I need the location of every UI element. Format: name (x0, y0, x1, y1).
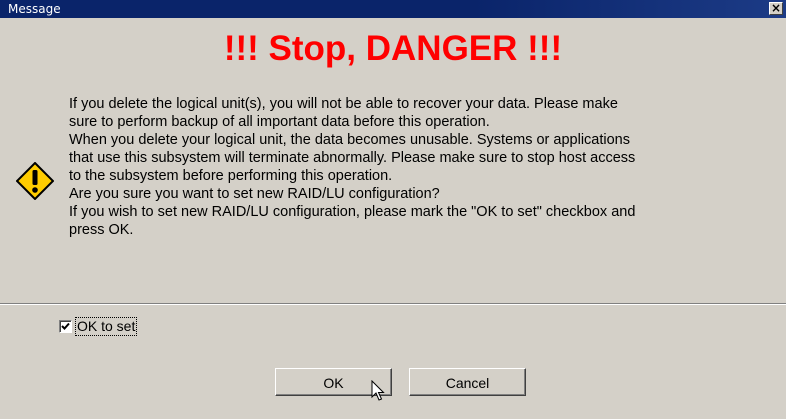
message-line: When you delete your logical unit, the d… (69, 132, 630, 148)
danger-heading: !!! Stop, DANGER !!! (223, 29, 563, 68)
mouse-cursor-icon (371, 380, 385, 401)
message-line: that use this subsystem will terminate a… (69, 150, 636, 166)
close-button[interactable]: × (769, 2, 783, 15)
message-line: press OK. (69, 222, 134, 238)
message-line: If you delete the logical unit(s), you w… (69, 96, 618, 112)
checkmark-icon (61, 322, 70, 330)
warning-icon (16, 162, 54, 200)
close-icon: × (770, 1, 782, 15)
message-dialog: Message × !!! Stop, DANGER !!! If you de… (0, 0, 786, 419)
separator (0, 303, 786, 305)
title-bar[interactable]: Message × (0, 0, 786, 18)
ok-to-set-checkbox[interactable] (59, 320, 72, 333)
window-title: Message (8, 2, 61, 16)
message-line: If you wish to set new RAID/LU configura… (69, 204, 636, 220)
warning-message: If you delete the logical unit(s), you w… (69, 95, 769, 239)
ok-to-set-label[interactable]: OK to set (74, 317, 138, 336)
message-line: to the subsystem before performing this … (69, 168, 393, 184)
message-line: sure to perform backup of all important … (69, 114, 490, 130)
cancel-button[interactable]: Cancel (409, 368, 526, 396)
message-line: Are you sure you want to set new RAID/LU… (69, 186, 440, 202)
